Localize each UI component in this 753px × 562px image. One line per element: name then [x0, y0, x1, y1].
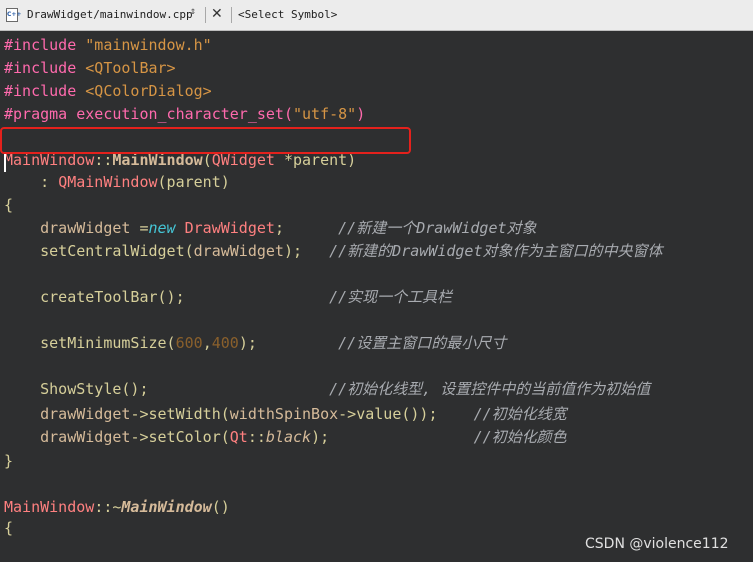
code-token: drawWidget [40, 219, 131, 237]
code-line[interactable]: drawWidget->setColor(Qt::black); //初始化颜色 [4, 427, 567, 447]
code-line[interactable]: { [4, 518, 13, 538]
code-token: DrawWidget [184, 219, 275, 237]
file-selector[interactable]: DrawWidget/mainwindow.cpp [27, 8, 193, 21]
watermark: CSDN @violence112 [585, 536, 729, 552]
code-token: //初始化线型, 设置控件中的当前值作为初始值 [329, 380, 651, 398]
code-token: #include [4, 59, 86, 77]
code-token: 600 [175, 334, 203, 352]
code-token: #include [4, 82, 86, 100]
code-token: setCentralWidget( [4, 242, 194, 260]
close-document-icon[interactable]: ✕ [211, 6, 223, 22]
editor-toolbar: C++ DrawWidget/mainwindow.cpp ⇕ ✕ <Selec… [0, 0, 753, 31]
code-line[interactable]: setMinimumSize(600,400); //设置主窗口的最小尺寸 [4, 333, 506, 353]
code-token: #pragma execution_character_set( [4, 105, 293, 123]
code-token: ); [283, 242, 330, 260]
code-token: ->setWidth( [130, 405, 230, 423]
code-token: //设置主窗口的最小尺寸 [338, 334, 507, 352]
code-token: (parent) [157, 173, 230, 191]
code-token: "mainwindow.h" [85, 36, 212, 54]
symbol-selector[interactable]: <Select Symbol> [238, 8, 337, 21]
code-token: MainWindow [4, 498, 95, 516]
code-token: = [130, 219, 149, 237]
code-token: createToolBar(); [4, 288, 330, 306]
code-line[interactable]: : QMainWindow(parent) [4, 172, 230, 192]
code-token: Qt [229, 428, 248, 446]
code-token: //初始化线宽 [473, 405, 567, 423]
code-token: MainWindow [121, 498, 212, 516]
toolbar-divider [205, 7, 206, 23]
code-line[interactable]: #include <QColorDialog> [4, 81, 212, 101]
code-line[interactable]: #pragma execution_character_set("utf-8") [4, 104, 365, 124]
code-token: <QToolBar> [85, 59, 176, 77]
code-token: QMainWindow [58, 173, 158, 191]
code-token: <QColorDialog> [85, 82, 212, 100]
code-token: black [265, 428, 312, 446]
file-switch-arrows-icon[interactable]: ⇕ [190, 6, 196, 17]
code-token: widthSpinBox [229, 405, 339, 423]
pragma-highlight-box [0, 127, 411, 154]
code-token: //初始化颜色 [473, 428, 567, 446]
code-line[interactable]: createToolBar(); //实现一个工具栏 [4, 287, 452, 307]
code-token: new [148, 219, 176, 237]
code-token: //实现一个工具栏 [329, 288, 453, 306]
code-line[interactable]: #include "mainwindow.h" [4, 35, 212, 55]
code-token: :: [247, 428, 266, 446]
code-line[interactable]: drawWidget =new DrawWidget; //新建一个DrawWi… [4, 218, 537, 238]
text-cursor [4, 154, 6, 172]
code-token: : [4, 173, 59, 191]
code-token: drawWidget [193, 242, 284, 260]
code-line[interactable]: ShowStyle(); //初始化线型, 设置控件中的当前值作为初始值 [4, 379, 650, 399]
code-line[interactable]: #include <QToolBar> [4, 58, 176, 78]
code-token: //新建一个DrawWidget对象 [338, 219, 537, 237]
code-token: drawWidget [40, 405, 131, 423]
code-token: () [211, 498, 230, 516]
code-token: , [202, 334, 212, 352]
code-token: ); [311, 428, 474, 446]
code-token: setMinimumSize( [4, 334, 176, 352]
code-token: //新建的DrawWidget对象作为主窗口的中央窗体 [329, 242, 663, 260]
code-token: { [4, 196, 14, 214]
code-token: ); [238, 334, 339, 352]
code-line[interactable]: } [4, 451, 13, 471]
code-line[interactable]: drawWidget->setWidth(widthSpinBox->value… [4, 404, 567, 424]
code-token: drawWidget [40, 428, 131, 446]
code-token: } [4, 452, 14, 470]
code-token: "utf-8" [292, 105, 357, 123]
code-line[interactable]: setCentralWidget(drawWidget); //新建的DrawW… [4, 241, 663, 261]
code-token: ; [274, 219, 339, 237]
code-token: ->setColor( [130, 428, 230, 446]
code-token: ::~ [94, 498, 122, 516]
code-line[interactable]: { [4, 195, 13, 215]
code-token: 400 [211, 334, 239, 352]
code-line[interactable]: MainWindow::~MainWindow() [4, 497, 230, 517]
code-token: #include [4, 36, 86, 54]
toolbar-divider [231, 7, 232, 23]
code-editor[interactable]: #include "mainwindow.h" #include <QToolBa… [0, 31, 753, 562]
code-token: { [4, 519, 14, 537]
code-token: ) [356, 105, 366, 123]
cpp-file-icon: C++ [6, 8, 21, 22]
code-token: ->value()); [338, 405, 474, 423]
code-token: ShowStyle(); [4, 380, 330, 398]
